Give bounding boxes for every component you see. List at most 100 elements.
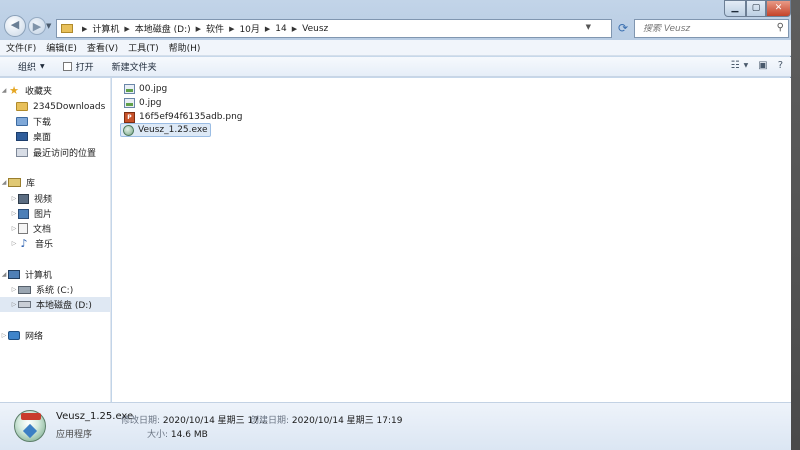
search-box[interactable]: ⚲ <box>634 19 789 38</box>
collapse-icon[interactable]: ◢ <box>0 179 8 186</box>
open-button[interactable]: 打开 <box>62 60 94 73</box>
forward-button[interactable]: ▶ <box>28 17 46 35</box>
png-file-icon: P <box>124 111 135 123</box>
help-icon[interactable]: ? <box>778 60 783 71</box>
chevron-down-icon[interactable]: ▼ <box>744 62 749 69</box>
menu-edit[interactable]: 编辑(E) <box>46 41 77 54</box>
search-input[interactable] <box>643 23 773 34</box>
hard-drive-icon <box>18 301 31 308</box>
desktop-icon <box>16 132 28 141</box>
expand-icon[interactable]: ▷ <box>10 195 18 202</box>
sidebar-item-label: 桌面 <box>33 133 52 143</box>
chevron-right-icon[interactable]: ▶ <box>124 25 129 33</box>
chevron-right-icon[interactable]: ▶ <box>229 25 234 33</box>
library-icon <box>8 178 21 187</box>
menu-view[interactable]: 查看(V) <box>87 41 118 54</box>
sidebar-item-pictures[interactable]: ▷ 图片 <box>0 206 110 221</box>
chevron-right-icon[interactable]: ▶ <box>196 25 201 33</box>
star-icon: ★ <box>9 84 19 97</box>
view-controls: ☷ ▼ ▣ ? <box>721 60 783 71</box>
system-drive-icon <box>18 285 31 294</box>
video-icon <box>18 193 29 204</box>
sidebar-item-label: 文档 <box>33 225 52 235</box>
collapse-icon[interactable]: ◢ <box>0 271 8 278</box>
list-item[interactable]: 00.jpg <box>122 82 170 96</box>
expand-icon[interactable]: ▷ <box>10 301 18 308</box>
sidebar-item-computer[interactable]: ◢ 计算机 <box>0 267 110 282</box>
view-options-icon[interactable]: ☷ <box>731 60 740 71</box>
file-name: Veusz_1.25.exe <box>138 125 208 135</box>
menu-tools[interactable]: 工具(T) <box>128 41 159 54</box>
collapse-icon[interactable]: ◢ <box>0 87 8 94</box>
sidebar-item-network[interactable]: ▷ 网络 <box>0 328 110 343</box>
preview-pane-icon[interactable]: ▣ <box>758 60 767 71</box>
close-button[interactable]: ✕ <box>766 0 791 17</box>
chevron-down-icon[interactable]: ▼ <box>586 23 591 31</box>
command-bar: 组织 ▼ 打开 新建文件夹 ☷ ▼ ▣ ? <box>0 57 791 77</box>
created-date: 创建日期: 2020/10/14 星期三 17:19 <box>250 413 402 426</box>
list-item[interactable]: Veusz_1.25.exe <box>120 123 212 137</box>
expand-icon[interactable]: ▷ <box>10 210 18 217</box>
navigation-pane: ◢ ★ 收藏夹 2345Downloads 下载 桌面 最近访问的位置 ◢ 库 … <box>0 78 111 402</box>
sidebar-item-label: 下载 <box>33 118 52 128</box>
breadcrumb-item[interactable]: 14 <box>275 24 286 34</box>
breadcrumb-item[interactable]: 计算机 <box>92 22 119 35</box>
sidebar-item-libraries[interactable]: ◢ 库 <box>0 175 110 190</box>
sidebar-item-2345downloads[interactable]: 2345Downloads <box>0 99 110 114</box>
expand-icon[interactable]: ▷ <box>10 240 18 247</box>
refresh-button[interactable]: ⟳ <box>614 19 632 38</box>
sidebar-item-label: 视频 <box>34 195 53 205</box>
menu-file[interactable]: 文件(F) <box>6 41 36 54</box>
chevron-right-icon[interactable]: ▶ <box>265 25 270 33</box>
search-icon[interactable]: ⚲ <box>777 22 784 33</box>
expand-icon[interactable]: ▷ <box>10 286 18 293</box>
list-item[interactable]: 0.jpg <box>122 96 165 110</box>
sidebar-item-desktop[interactable]: 桌面 <box>0 129 110 144</box>
sidebar-item-label: 音乐 <box>35 240 54 250</box>
file-name: 00.jpg <box>139 84 168 94</box>
chevron-down-icon: ▼ <box>40 63 45 70</box>
breadcrumb-item[interactable]: 10月 <box>239 22 259 35</box>
image-file-icon <box>124 98 135 108</box>
sidebar-item-videos[interactable]: ▷ 视频 <box>0 191 110 206</box>
sidebar-item-label: 收藏夹 <box>25 87 53 97</box>
new-folder-button[interactable]: 新建文件夹 <box>112 60 157 73</box>
sidebar-item-documents[interactable]: ▷ 文档 <box>0 221 110 236</box>
back-button[interactable]: ◀ <box>4 15 26 37</box>
address-bar[interactable]: ▶ 计算机 ▶ 本地磁盘 (D:) ▶ 软件 ▶ 10月 ▶ 14 ▶ Veus… <box>56 19 612 38</box>
minimize-button[interactable]: ▁ <box>724 0 746 17</box>
sidebar-item-downloads[interactable]: 下载 <box>0 114 110 129</box>
document-icon <box>18 223 28 234</box>
breadcrumb-item[interactable]: Veusz <box>302 24 328 34</box>
recent-places-icon <box>16 148 28 157</box>
computer-icon <box>8 270 20 279</box>
arrow-right-icon: ▶ <box>32 20 42 33</box>
sidebar-item-recent[interactable]: 最近访问的位置 <box>0 145 110 160</box>
sidebar-item-label: 图片 <box>34 210 53 220</box>
expand-icon[interactable]: ▷ <box>0 332 8 339</box>
file-type: 应用程序 <box>56 430 93 440</box>
minimize-icon: ▁ <box>731 3 739 13</box>
arrow-left-icon: ◀ <box>10 18 20 31</box>
sidebar-item-label: 2345Downloads <box>33 101 106 112</box>
sidebar-item-drive-c[interactable]: ▷ 系统 (C:) <box>0 282 110 297</box>
sidebar-item-label: 本地磁盘 (D:) <box>36 301 92 311</box>
sidebar-item-favorites[interactable]: ◢ ★ 收藏夹 <box>0 83 110 98</box>
maximize-icon: ▢ <box>751 3 761 13</box>
file-list[interactable]: 00.jpg 0.jpg P 16f5ef94f6135adb.png Veus… <box>112 78 791 402</box>
explorer-window: ◀ ▶ ▼ ▶ 计算机 ▶ 本地磁盘 (D:) ▶ 软件 ▶ 10月 ▶ 14 … <box>0 0 791 450</box>
expand-icon[interactable]: ▷ <box>10 225 18 232</box>
refresh-icon: ⟳ <box>617 21 629 35</box>
recent-pages-dropdown[interactable]: ▼ <box>46 22 51 30</box>
list-item[interactable]: P 16f5ef94f6135adb.png <box>122 110 246 124</box>
organize-button[interactable]: 组织 ▼ <box>18 60 45 73</box>
sidebar-item-drive-d[interactable]: ▷ 本地磁盘 (D:) <box>0 297 110 312</box>
breadcrumb-item[interactable]: 本地磁盘 (D:) <box>135 22 191 35</box>
breadcrumb-item[interactable]: 软件 <box>206 22 224 35</box>
maximize-button[interactable]: ▢ <box>746 0 766 17</box>
application-icon <box>123 124 134 136</box>
open-icon <box>62 62 72 71</box>
sidebar-item-music[interactable]: ▷ ♪ 音乐 <box>0 236 110 251</box>
chevron-right-icon[interactable]: ▶ <box>292 25 297 33</box>
menu-help[interactable]: 帮助(H) <box>169 41 201 54</box>
